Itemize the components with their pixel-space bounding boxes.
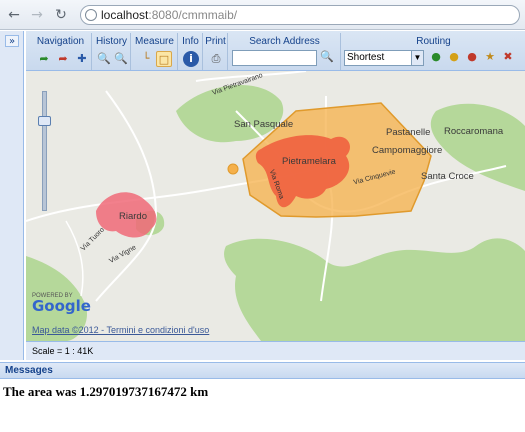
navigation-group: Navigation ➦ ➦ ✚ bbox=[30, 33, 92, 70]
route-start-icon[interactable]: ● bbox=[428, 49, 444, 65]
routing-type-value: Shortest bbox=[347, 52, 385, 63]
green-area bbox=[176, 84, 284, 143]
address-bar[interactable]: localhost:8080/cmmmaib/ bbox=[80, 5, 520, 25]
print-icon[interactable]: ⎙ bbox=[208, 51, 224, 67]
search-address-label: Search Address bbox=[249, 36, 320, 47]
map-label-san-pasquale: San Pasquale bbox=[234, 119, 294, 130]
measure-length-icon[interactable]: └ bbox=[138, 51, 154, 67]
zoom-previous-icon[interactable]: 🔍 bbox=[96, 51, 112, 67]
zoom-box-icon[interactable]: ➦ bbox=[55, 51, 71, 67]
history-group: History 🔍 🔍 bbox=[93, 33, 131, 70]
map-toolbar: Navigation ➦ ➦ ✚ History 🔍 🔍 Measure └ □… bbox=[26, 31, 525, 71]
status-bar: Scale = 1 : 41K bbox=[26, 341, 525, 360]
zoom-slider-handle[interactable] bbox=[38, 116, 51, 126]
pan-icon[interactable]: ➦ bbox=[36, 51, 52, 67]
routing-type-select[interactable]: Shortest ▼ bbox=[344, 50, 424, 66]
search-icon[interactable]: 🔍 bbox=[319, 49, 335, 65]
map-label-roccaromana: Roccaromana bbox=[444, 126, 504, 137]
routing-label: Routing bbox=[416, 36, 451, 47]
route-end-icon[interactable]: ● bbox=[464, 49, 480, 65]
browser-toolbar: ← → ↻ localhost:8080/cmmmaib/ bbox=[0, 0, 525, 30]
measure-area-icon[interactable]: □ bbox=[156, 51, 172, 67]
map-label-pastanelle: Pastanelle bbox=[386, 127, 431, 138]
measure-label: Measure bbox=[135, 36, 174, 47]
measure-group: Measure └ □ bbox=[132, 33, 178, 70]
messages-panel-header: Messages bbox=[0, 362, 525, 379]
address-search-input[interactable] bbox=[232, 50, 317, 66]
map-viewport[interactable]: San Pasquale Pietramelara Pastanelle Roc… bbox=[26, 71, 525, 341]
scale-text: Scale = 1 : 41K bbox=[32, 346, 94, 356]
zoom-next-icon[interactable]: 🔍 bbox=[113, 51, 129, 67]
map-canvas bbox=[26, 71, 525, 341]
map-label-pietramelara: Pietramelara bbox=[282, 156, 336, 167]
print-label: Print bbox=[205, 36, 226, 47]
area-result-message: The area was 1.297019737167472 km bbox=[3, 384, 209, 399]
polygon-vertex bbox=[227, 163, 239, 175]
globe-icon bbox=[85, 9, 97, 21]
messages-title: Messages bbox=[5, 365, 53, 376]
history-label: History bbox=[95, 36, 128, 47]
print-group: Print ⎙ bbox=[204, 33, 228, 70]
map-label-santa-croce: Santa Croce bbox=[421, 171, 474, 182]
route-via-icon[interactable]: ● bbox=[446, 49, 462, 65]
google-logo: Google bbox=[32, 297, 91, 315]
terms-link[interactable]: Map data ©2012 - Termini e condizioni d'… bbox=[32, 325, 209, 335]
route-clear-icon[interactable]: ✖ bbox=[500, 49, 516, 65]
chevron-down-icon: ▼ bbox=[411, 51, 423, 65]
back-arrow-icon[interactable]: ← bbox=[6, 7, 22, 23]
green-area bbox=[224, 238, 525, 341]
info-icon[interactable]: i bbox=[183, 51, 199, 67]
navigation-label: Navigation bbox=[36, 36, 85, 47]
map-label-campomaggiore: Campomaggiore bbox=[372, 145, 443, 156]
info-label: Info bbox=[182, 36, 199, 47]
map-label-riardo: Riardo bbox=[119, 211, 147, 222]
url-path: :8080/cmmmaib/ bbox=[148, 8, 238, 22]
forward-arrow-icon[interactable]: → bbox=[29, 7, 45, 23]
info-group: Info i bbox=[179, 33, 203, 70]
url-host: localhost bbox=[101, 8, 149, 22]
move-icon[interactable]: ✚ bbox=[74, 51, 90, 67]
reload-icon[interactable]: ↻ bbox=[53, 7, 69, 23]
zoom-slider-track[interactable] bbox=[42, 91, 47, 211]
route-calculate-icon[interactable]: ★ bbox=[482, 49, 498, 65]
collapsed-west-panel: » bbox=[0, 31, 24, 360]
expand-panel-icon[interactable]: » bbox=[5, 35, 19, 47]
